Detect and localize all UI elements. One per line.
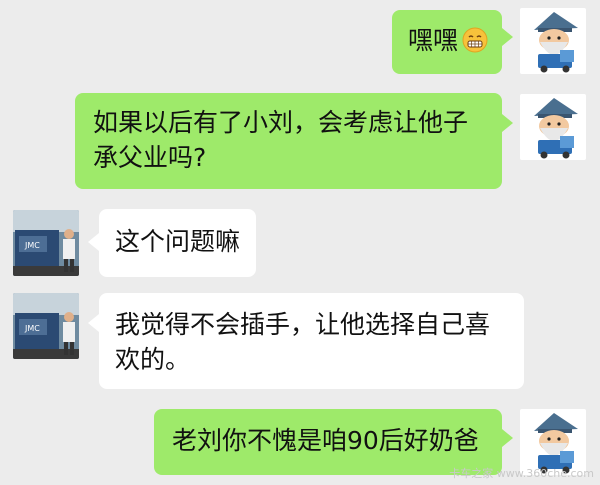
message-row: JMC 我觉得不会插手，让他选择自己喜欢的。 [0, 290, 600, 395]
message-text: 老刘你不愧是咱90后好奶爸 [172, 426, 479, 455]
message-row: JMC 这个问题嘛 [0, 205, 600, 285]
other-avatar[interactable]: JMC [13, 210, 79, 276]
self-avatar[interactable] [520, 8, 586, 74]
bubble-tail [88, 233, 99, 251]
other-avatar[interactable]: JMC [13, 293, 79, 359]
message-bubble[interactable]: 嘿嘿 [392, 10, 502, 74]
message-bubble[interactable]: 我觉得不会插手，让他选择自己喜欢的。 [99, 293, 524, 389]
bubble-tail [502, 28, 513, 46]
bubble-tail [88, 314, 99, 332]
message-row: 嘿嘿 [0, 0, 600, 80]
message-text: 嘿嘿 [408, 26, 459, 55]
message-text: 如果以后有了小刘，会考虑让他子承父业吗? [93, 108, 469, 172]
svg-text:JMC: JMC [24, 241, 40, 250]
bubble-tail [502, 114, 513, 132]
message-row: 如果以后有了小刘，会考虑让他子承父业吗? [0, 90, 600, 200]
message-bubble[interactable]: 这个问题嘛 [99, 209, 256, 277]
message-text: 这个问题嘛 [115, 227, 241, 256]
message-bubble[interactable]: 如果以后有了小刘，会考虑让他子承父业吗? [75, 93, 502, 189]
svg-text:JMC: JMC [24, 324, 40, 333]
bubble-tail [502, 429, 513, 447]
grin-emoji-icon [462, 27, 488, 62]
watermark: 卡车之家 www.360che.com [449, 467, 594, 480]
self-avatar[interactable] [520, 94, 586, 160]
message-text: 我觉得不会插手，让他选择自己喜欢的。 [115, 310, 491, 374]
